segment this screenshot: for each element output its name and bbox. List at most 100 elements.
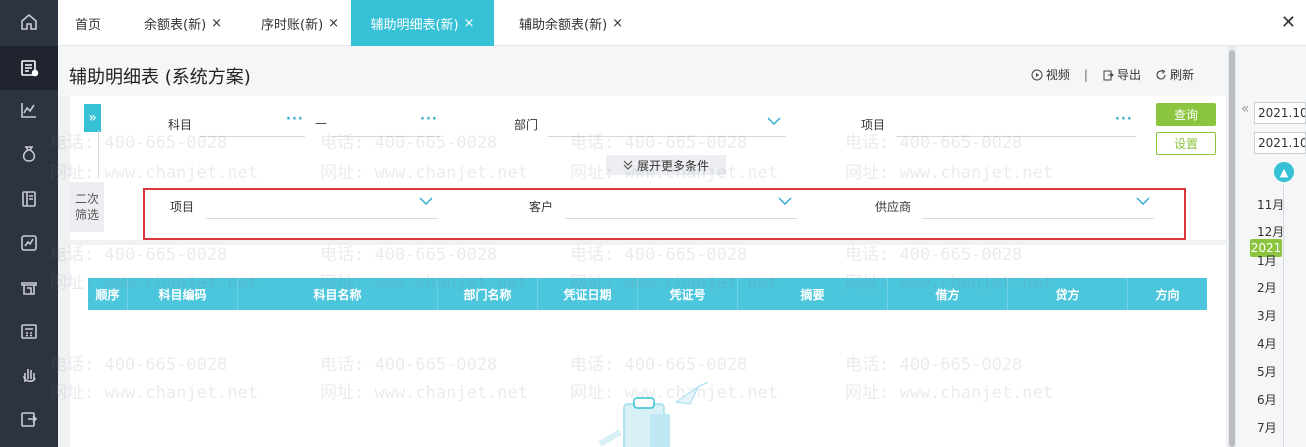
ledger-icon[interactable] — [17, 56, 41, 80]
tab-bar: 首页 余额表(新) × 序时账(新) × 辅助明细表(新) × 辅助余额表(新)… — [58, 0, 1306, 46]
month-item[interactable]: 1月 — [1257, 252, 1277, 269]
dept-select[interactable] — [548, 136, 786, 137]
project-label: 项目 — [861, 118, 886, 132]
dept-label: 部门 — [514, 118, 539, 132]
supplier-filter-label: 供应商 — [875, 200, 912, 214]
more-conditions-button[interactable]: 展开更多条件 — [606, 155, 726, 175]
header-actions: 视频 | 导出 刷新 — [1017, 66, 1194, 83]
hand-icon[interactable] — [17, 363, 41, 387]
tag-line1: 二次 — [74, 192, 99, 206]
header-separator: | — [1083, 67, 1088, 82]
date-to-field[interactable]: 2021.10 — [1254, 132, 1306, 154]
video-button[interactable]: 视频 — [1031, 66, 1070, 83]
query-button[interactable]: 查询 — [1156, 103, 1216, 126]
month-item[interactable]: 12月 — [1257, 223, 1284, 240]
table-header: 顺序 科目编码 科目名称 部门名称 凭证日期 凭证号 摘要 借方 贷方 方向 — [88, 278, 1207, 310]
date-from-field[interactable]: 2021.10 — [1254, 102, 1306, 124]
tab-balance-sheet[interactable]: 余额表(新) × — [144, 0, 222, 46]
subject-field[interactable] — [200, 136, 305, 137]
chevron-down-icon[interactable] — [1136, 196, 1150, 206]
timeline-line — [1283, 182, 1284, 447]
home-icon[interactable] — [17, 10, 41, 34]
tab-aux-detail[interactable]: 辅助明细表(新) × — [351, 0, 494, 46]
month-item[interactable]: 6月 — [1257, 391, 1277, 408]
close-icon[interactable]: × — [328, 16, 339, 31]
project-field[interactable] — [896, 136, 1136, 137]
tab-label: 序时账(新) — [261, 17, 324, 33]
customer-filter-label: 客户 — [529, 200, 554, 214]
tab-label: 余额表(新) — [144, 17, 207, 33]
chevron-double-down-icon — [623, 160, 633, 170]
expand-sidebar-button[interactable]: » — [84, 104, 101, 132]
export-label: 导出 — [1116, 68, 1141, 82]
close-icon[interactable]: × — [211, 16, 222, 31]
chevron-down-icon[interactable] — [767, 116, 781, 126]
refresh-icon — [1156, 69, 1166, 80]
subject-label: 科目 — [168, 118, 193, 132]
column-header[interactable]: 科目编码 — [128, 278, 238, 310]
month-item[interactable]: 5月 — [1257, 363, 1277, 380]
column-header[interactable]: 凭证日期 — [538, 278, 638, 310]
tab-journal[interactable]: 序时账(新) × — [261, 0, 339, 46]
scroll-up-icon[interactable]: ▲ — [1274, 162, 1294, 182]
chevron-down-icon[interactable] — [419, 196, 433, 206]
report-icon[interactable] — [17, 231, 41, 255]
subject-picker-icon[interactable]: ··· — [286, 112, 304, 127]
project-picker-icon[interactable]: ··· — [1115, 112, 1133, 127]
collapse-calendar-icon[interactable]: « — [1236, 94, 1254, 124]
empty-state-illustration — [598, 382, 709, 447]
column-header[interactable]: 凭证号 — [638, 278, 738, 310]
month-item[interactable]: 11月 — [1257, 196, 1284, 213]
app-sidebar — [0, 0, 58, 447]
refresh-label: 刷新 — [1169, 68, 1194, 82]
play-icon — [1031, 69, 1043, 80]
project-filter-select[interactable] — [206, 218, 438, 219]
month-item[interactable]: 4月 — [1257, 335, 1277, 352]
column-header[interactable]: 借方 — [888, 278, 1008, 310]
chart-icon[interactable] — [17, 98, 41, 122]
month-item[interactable]: 7月 — [1257, 419, 1277, 436]
tab-label: 首页 — [75, 17, 102, 33]
column-header[interactable]: 摘要 — [738, 278, 888, 310]
project-filter-label: 项目 — [170, 200, 195, 214]
money-bag-icon[interactable] — [17, 142, 41, 166]
filter-panel: » 科目 ··· — ··· 部门 项目 ··· 查询 设置 展开更多条件 — [70, 96, 1226, 178]
supplier-filter-select[interactable] — [922, 218, 1154, 219]
filter-divider — [98, 130, 99, 178]
chevron-down-icon[interactable] — [778, 196, 792, 206]
calculator-icon[interactable] — [17, 319, 41, 343]
column-header[interactable]: 贷方 — [1008, 278, 1128, 310]
highlight-box — [143, 188, 1186, 240]
video-label: 视频 — [1045, 68, 1070, 82]
column-header[interactable]: 科目名称 — [238, 278, 438, 310]
column-header[interactable]: 顺序 — [88, 278, 128, 310]
window-close-icon[interactable]: ✕ — [1281, 12, 1296, 33]
book-icon[interactable] — [17, 187, 41, 211]
vertical-scrollbar-thumb[interactable] — [1229, 50, 1235, 447]
setting-button[interactable]: 设置 — [1156, 132, 1216, 155]
close-icon[interactable]: × — [464, 16, 475, 31]
refresh-button[interactable]: 刷新 — [1155, 66, 1194, 83]
close-icon[interactable]: × — [612, 16, 623, 31]
secondary-filter-tag: 二次 筛选 — [70, 182, 104, 232]
export-icon[interactable] — [17, 407, 41, 431]
customer-filter-select[interactable] — [565, 218, 797, 219]
column-header[interactable]: 部门名称 — [438, 278, 538, 310]
tab-label: 辅助明细表(新) — [370, 17, 459, 33]
period-calendar: « 2021.10 2021.10 ▲ 11月 12月 2021 1月 2月 3… — [1236, 46, 1306, 447]
tag-line2: 筛选 — [74, 208, 99, 222]
export-button[interactable]: 导出 — [1102, 66, 1141, 83]
subject-end-picker-icon[interactable]: ··· — [420, 112, 438, 127]
building-icon[interactable] — [17, 275, 41, 299]
tab-aux-balance[interactable]: 辅助余额表(新) × — [519, 0, 623, 46]
secondary-filter: 二次筛选 项目 客户 供应商 — [70, 178, 1226, 240]
month-item[interactable]: 3月 — [1257, 307, 1277, 324]
more-conditions-label: 展开更多条件 — [636, 158, 709, 173]
month-item[interactable]: 2月 — [1257, 279, 1277, 296]
subject-end-field[interactable] — [332, 136, 440, 137]
tab-home[interactable]: 首页 — [75, 0, 101, 46]
page-title: 辅助明细表 (系统方案) — [69, 67, 251, 88]
page-header: 辅助明细表 (系统方案) 视频 | 导出 刷新 — [58, 46, 1236, 96]
tab-label: 辅助余额表(新) — [519, 17, 608, 33]
column-header[interactable]: 方向 — [1128, 278, 1207, 310]
